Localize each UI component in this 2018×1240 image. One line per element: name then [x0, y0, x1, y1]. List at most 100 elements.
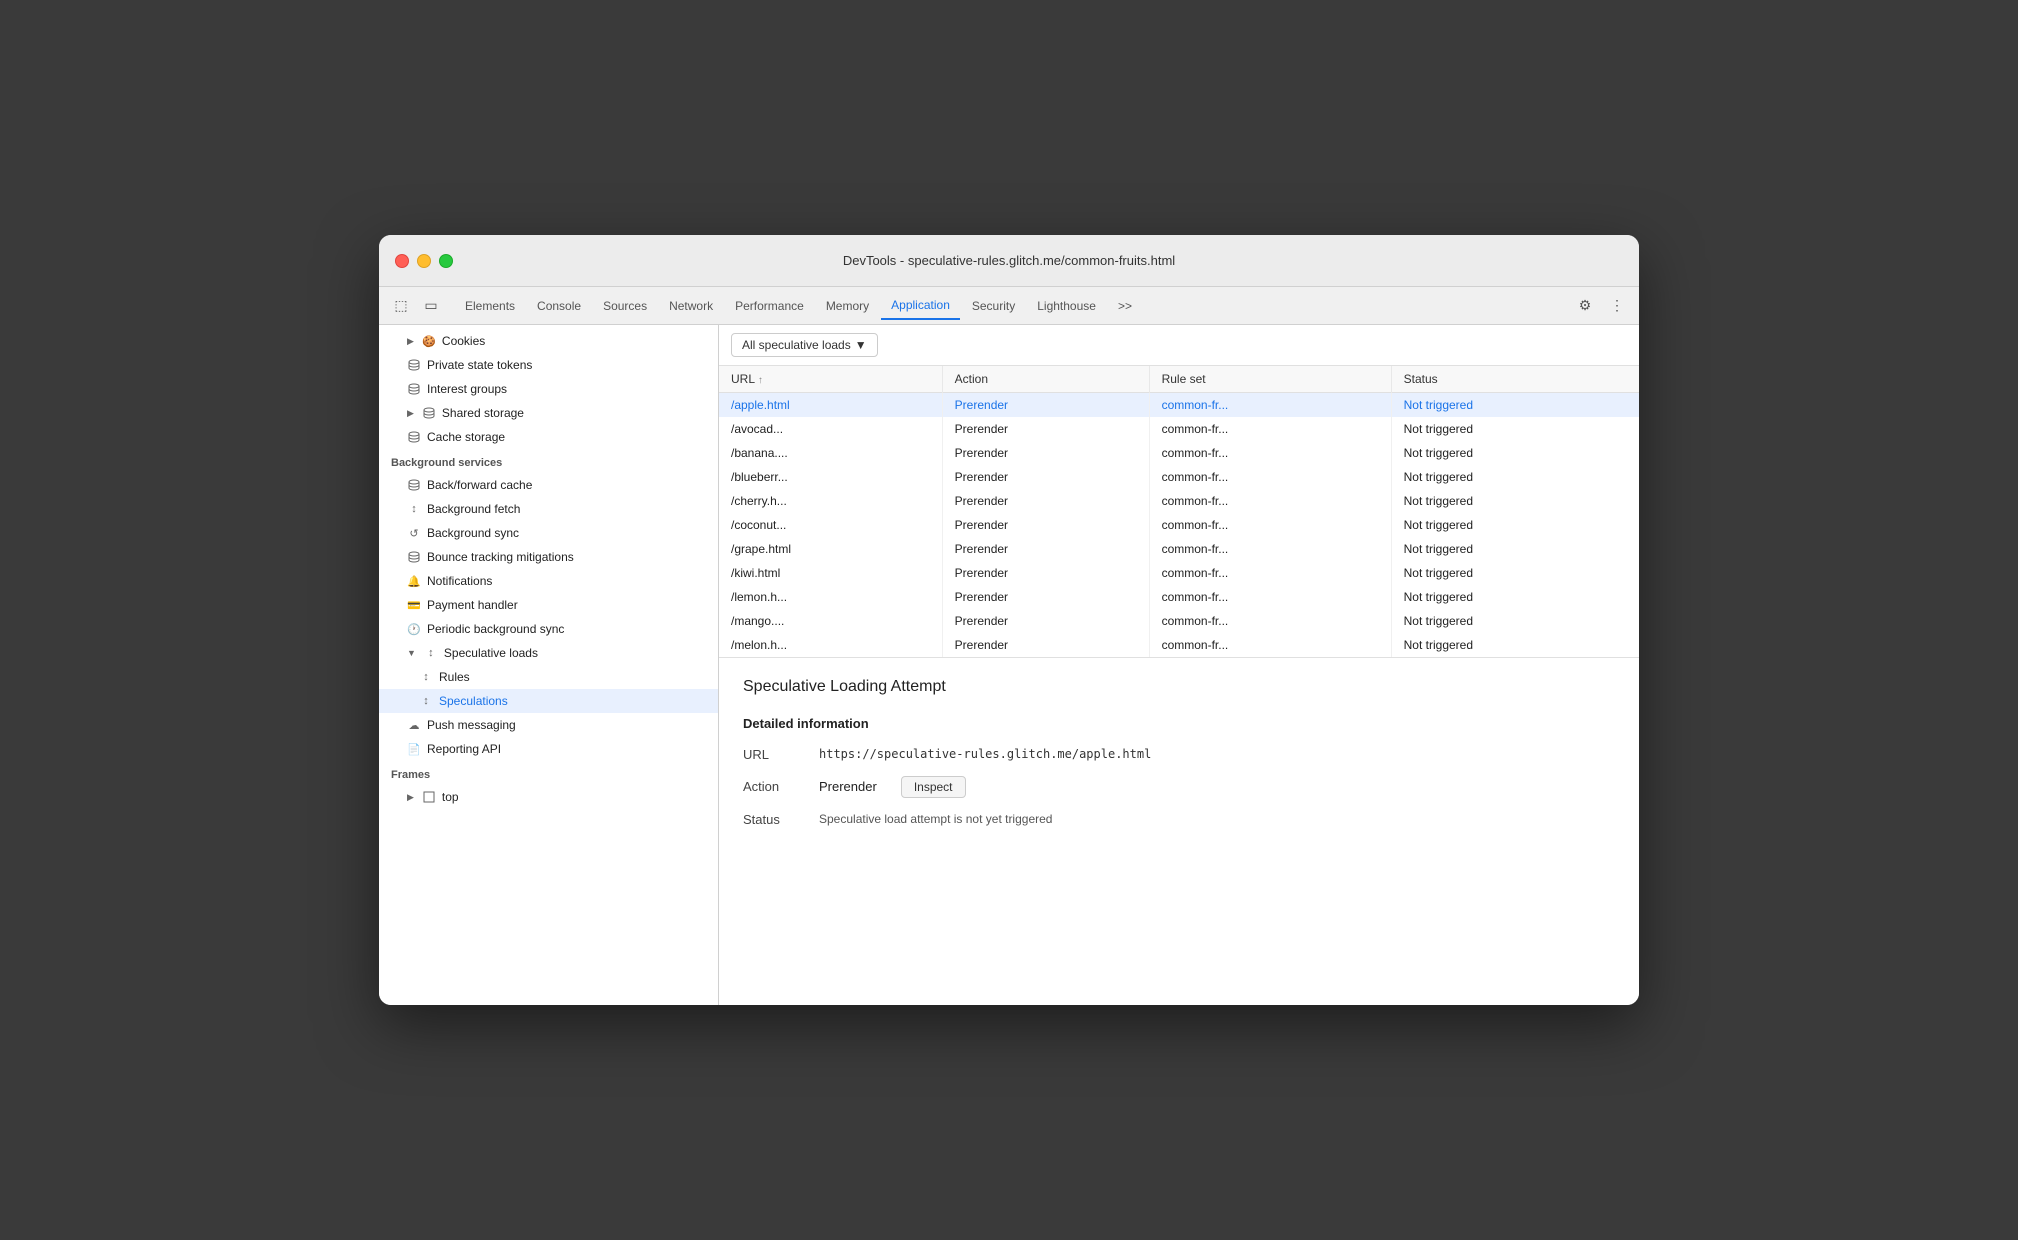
tab-lighthouse[interactable]: Lighthouse: [1027, 292, 1106, 320]
sidebar-item-speculative-loads[interactable]: ▼ ↕ Speculative loads: [379, 641, 718, 665]
sidebar-item-background-fetch[interactable]: ↕ Background fetch: [379, 497, 718, 521]
sidebar-item-periodic-background-sync[interactable]: 🕐 Periodic background sync: [379, 617, 718, 641]
db-icon-3: [422, 406, 436, 420]
titlebar: DevTools - speculative-rules.glitch.me/c…: [379, 235, 1639, 287]
table-row[interactable]: /banana.... Prerender common-fr... Not t…: [719, 441, 1639, 465]
sidebar-item-speculations[interactable]: ↕ Speculations: [379, 689, 718, 713]
cell-status: Not triggered: [1391, 609, 1639, 633]
sync-icon: ↕: [407, 502, 421, 516]
cell-status: Not triggered: [1391, 585, 1639, 609]
cloud-icon: ☁: [407, 718, 421, 732]
filter-label: All speculative loads: [742, 338, 851, 352]
sidebar-label-speculations: Speculations: [439, 694, 508, 708]
cell-ruleset: common-fr...: [1149, 393, 1391, 417]
table-row[interactable]: /blueberr... Prerender common-fr... Not …: [719, 465, 1639, 489]
cell-status: Not triggered: [1391, 633, 1639, 657]
cell-action: Prerender: [942, 465, 1149, 489]
cell-status: Not triggered: [1391, 489, 1639, 513]
db-icon-5: [407, 478, 421, 492]
tab-console[interactable]: Console: [527, 292, 591, 320]
table-row[interactable]: /lemon.h... Prerender common-fr... Not t…: [719, 585, 1639, 609]
cell-status: Not triggered: [1391, 465, 1639, 489]
tab-security[interactable]: Security: [962, 292, 1025, 320]
tab-application[interactable]: Application: [881, 292, 960, 320]
cell-url: /blueberr...: [719, 465, 942, 489]
cell-action: Prerender: [942, 417, 1149, 441]
detail-title: Speculative Loading Attempt: [743, 678, 1615, 696]
sidebar-item-top-frame[interactable]: ▶ top: [379, 785, 718, 809]
cell-ruleset: common-fr...: [1149, 465, 1391, 489]
detail-action-row: Action Prerender Inspect: [743, 776, 1615, 798]
table-row[interactable]: /cherry.h... Prerender common-fr... Not …: [719, 489, 1639, 513]
cell-url: /avocad...: [719, 417, 942, 441]
sidebar-label-speculative-loads: Speculative loads: [444, 646, 538, 660]
sidebar-item-bounce-tracking[interactable]: Bounce tracking mitigations: [379, 545, 718, 569]
sidebar-item-push-messaging[interactable]: ☁ Push messaging: [379, 713, 718, 737]
sidebar-item-interest-groups[interactable]: Interest groups: [379, 377, 718, 401]
cell-action: Prerender: [942, 561, 1149, 585]
cell-status: Not triggered: [1391, 441, 1639, 465]
sidebar-item-notifications[interactable]: 🔔 Notifications: [379, 569, 718, 593]
cell-url: /cherry.h...: [719, 489, 942, 513]
cell-ruleset: common-fr...: [1149, 633, 1391, 657]
table-row[interactable]: /mango.... Prerender common-fr... Not tr…: [719, 609, 1639, 633]
cell-ruleset: common-fr...: [1149, 513, 1391, 537]
cell-status: Not triggered: [1391, 537, 1639, 561]
cell-url: /melon.h...: [719, 633, 942, 657]
cell-status: Not triggered: [1391, 513, 1639, 537]
tab-more[interactable]: >>: [1108, 292, 1142, 320]
sidebar-item-private-state-tokens[interactable]: Private state tokens: [379, 353, 718, 377]
cell-action: Prerender: [942, 609, 1149, 633]
maximize-button[interactable]: [439, 254, 453, 268]
col-header-status[interactable]: Status: [1391, 366, 1639, 393]
sync-icon-5: ↕: [419, 694, 433, 708]
table-row[interactable]: /kiwi.html Prerender common-fr... Not tr…: [719, 561, 1639, 585]
col-header-ruleset[interactable]: Rule set: [1149, 366, 1391, 393]
cell-url: /banana....: [719, 441, 942, 465]
sync-icon-2: ↺: [407, 526, 421, 540]
speculative-loads-table: URL ↑ Action Rule set Status /apple.html…: [719, 366, 1639, 658]
tab-network[interactable]: Network: [659, 292, 723, 320]
table-row[interactable]: /apple.html Prerender common-fr... Not t…: [719, 393, 1639, 417]
cell-ruleset: common-fr...: [1149, 489, 1391, 513]
cell-url: /apple.html: [719, 393, 942, 417]
devtools-tabbar: ⬚ ▭ Elements Console Sources Network Per…: [379, 287, 1639, 325]
table-row[interactable]: /grape.html Prerender common-fr... Not t…: [719, 537, 1639, 561]
minimize-button[interactable]: [417, 254, 431, 268]
cell-ruleset: common-fr...: [1149, 537, 1391, 561]
sidebar-item-cookies[interactable]: ▶ 🍪 Cookies: [379, 329, 718, 353]
sidebar-item-rules[interactable]: ↕ Rules: [379, 665, 718, 689]
detail-status-row: Status Speculative load attempt is not y…: [743, 812, 1615, 827]
tab-memory[interactable]: Memory: [816, 292, 879, 320]
cell-status: Not triggered: [1391, 561, 1639, 585]
tab-elements[interactable]: Elements: [455, 292, 525, 320]
sidebar-item-payment-handler[interactable]: 💳 Payment handler: [379, 593, 718, 617]
detail-url-row: URL https://speculative-rules.glitch.me/…: [743, 747, 1615, 762]
col-header-url[interactable]: URL ↑: [719, 366, 942, 393]
more-options-icon[interactable]: ⋮: [1603, 292, 1631, 320]
detail-url-value: https://speculative-rules.glitch.me/appl…: [819, 747, 1151, 761]
cursor-icon[interactable]: ⬚: [387, 292, 415, 320]
sidebar-item-background-sync[interactable]: ↺ Background sync: [379, 521, 718, 545]
device-icon[interactable]: ▭: [417, 292, 445, 320]
sidebar-item-back-forward-cache[interactable]: Back/forward cache: [379, 473, 718, 497]
col-header-action[interactable]: Action: [942, 366, 1149, 393]
sidebar-item-reporting-api[interactable]: 📄 Reporting API: [379, 737, 718, 761]
settings-icon[interactable]: ⚙: [1571, 292, 1599, 320]
sidebar-item-shared-storage[interactable]: ▶ Shared storage: [379, 401, 718, 425]
sidebar-label-periodic-background-sync: Periodic background sync: [427, 622, 564, 636]
cookie-icon: 🍪: [422, 334, 436, 348]
sidebar-item-cache-storage[interactable]: Cache storage: [379, 425, 718, 449]
table-row[interactable]: /melon.h... Prerender common-fr... Not t…: [719, 633, 1639, 657]
chevron-right-icon: ▶: [407, 336, 414, 347]
table-row[interactable]: /avocad... Prerender common-fr... Not tr…: [719, 417, 1639, 441]
cell-ruleset: common-fr...: [1149, 561, 1391, 585]
cell-action: Prerender: [942, 393, 1149, 417]
inspect-button[interactable]: Inspect: [901, 776, 966, 798]
filter-dropdown[interactable]: All speculative loads ▼: [731, 333, 878, 357]
cell-url: /grape.html: [719, 537, 942, 561]
table-row[interactable]: /coconut... Prerender common-fr... Not t…: [719, 513, 1639, 537]
tab-sources[interactable]: Sources: [593, 292, 657, 320]
close-button[interactable]: [395, 254, 409, 268]
tab-performance[interactable]: Performance: [725, 292, 814, 320]
